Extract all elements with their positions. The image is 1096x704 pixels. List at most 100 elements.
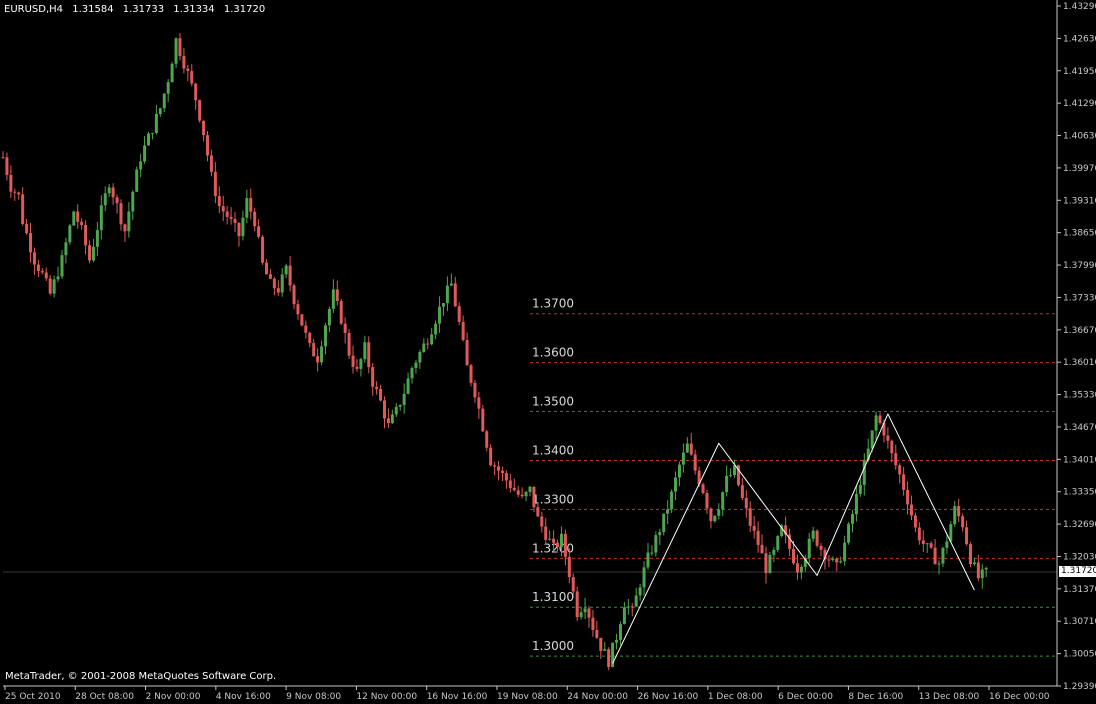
candle-body: [607, 649, 611, 667]
candle-body: [190, 71, 194, 84]
candle-body: [406, 378, 410, 394]
candle-body: [524, 491, 528, 497]
candle-body: [532, 486, 536, 508]
x-tick-label: 4 Nov 16:00: [216, 692, 271, 702]
candle-body: [147, 133, 151, 146]
candle-body: [410, 367, 414, 379]
y-tick-label: 1.37330: [1063, 293, 1096, 303]
candle-body: [249, 198, 253, 212]
candle-body: [477, 397, 481, 409]
candle-body: [634, 595, 638, 607]
y-tick-label: 1.35330: [1063, 391, 1096, 401]
y-tick-label: 1.41950: [1063, 67, 1096, 77]
candle-body: [485, 431, 489, 448]
candle-body: [721, 492, 725, 510]
candle-body: [768, 554, 772, 574]
y-tick-label: 1.43290: [1063, 2, 1096, 12]
candle-body: [103, 193, 107, 206]
x-tick-label: 9 Nov 08:00: [286, 692, 341, 702]
ohlc-close: 1.31720: [223, 4, 266, 15]
candle-body: [9, 174, 13, 192]
candle-body: [579, 612, 583, 618]
candle-body: [449, 283, 453, 286]
level-label: 1.3700: [532, 297, 574, 311]
x-tick-label: 8 Dec 16:00: [848, 692, 903, 702]
candle-body: [386, 418, 390, 424]
candle-body: [363, 342, 367, 360]
y-tick-label: 1.34670: [1063, 423, 1096, 433]
candle-body: [233, 218, 237, 223]
candle-body: [139, 161, 143, 170]
candle-body: [894, 453, 898, 466]
candle-body: [603, 649, 607, 651]
candle-body: [615, 639, 619, 643]
x-tick-label: 16 Nov 16:00: [427, 692, 488, 702]
candle-body: [489, 447, 493, 466]
candle-body: [253, 211, 257, 227]
candle-body: [241, 217, 245, 237]
candle-body: [933, 547, 937, 565]
candle-body: [206, 135, 210, 156]
candle-body: [143, 145, 147, 162]
candle-body: [677, 464, 681, 478]
candle-body: [902, 474, 906, 490]
candle-body: [599, 637, 603, 651]
candle-body: [528, 486, 532, 492]
candle-body: [25, 224, 29, 234]
candle-body: [13, 191, 17, 193]
candle-body: [339, 300, 343, 324]
candle-body: [99, 205, 103, 231]
candle-body: [949, 524, 953, 542]
candle-body: [862, 460, 866, 485]
candle-body: [5, 157, 9, 175]
candle-body: [48, 278, 52, 294]
candle-body: [158, 108, 162, 114]
candle-body: [296, 304, 300, 315]
copyright-text: MetaTrader, © 2001-2008 MetaQuotes Softw…: [5, 671, 277, 682]
x-tick-label: 26 Nov 16:00: [638, 692, 699, 702]
chart-window[interactable]: 1.3700 1.3600 1.3500 1.3400 1.3300 1.3200 1.31…: [0, 0, 1096, 704]
candle-body: [815, 530, 819, 546]
candle-body: [548, 538, 552, 540]
y-tick-label: 1.42630: [1063, 34, 1096, 44]
candle-body: [382, 400, 386, 419]
candle-body: [799, 566, 803, 573]
candle-body: [21, 194, 25, 225]
candle-body: [390, 414, 394, 424]
x-tick-label: 13 Dec 08:00: [919, 692, 980, 702]
candle-body: [772, 549, 776, 555]
candle-body: [795, 563, 799, 573]
candle-body: [858, 484, 862, 494]
candle-body: [119, 203, 123, 225]
candle-body: [854, 493, 858, 515]
candle-body: [953, 506, 957, 525]
candle-body: [807, 538, 811, 559]
candle-body: [434, 323, 438, 335]
candle-body: [976, 562, 980, 579]
candle-body: [968, 544, 972, 565]
candle-body: [748, 508, 752, 526]
ohlc-high: 1.31733: [122, 4, 165, 15]
candle-body: [40, 271, 44, 273]
candle-body: [913, 515, 917, 528]
candle-body: [925, 543, 929, 545]
candle-body: [654, 535, 658, 553]
candle-body: [398, 404, 402, 407]
candle-body: [80, 221, 84, 225]
candle-body: [107, 187, 111, 194]
y-tick-label: 1.39310: [1063, 196, 1096, 206]
candle-body: [646, 552, 650, 568]
candle-body: [316, 356, 320, 363]
candle-body: [465, 340, 469, 366]
candle-body: [229, 216, 233, 219]
candle-body: [469, 365, 473, 383]
candle-body: [878, 415, 882, 423]
y-tick-label: 1.41290: [1063, 99, 1096, 109]
x-tick-label: 25 Oct 2010: [5, 692, 61, 702]
x-tick-label: 2 Nov 00:00: [146, 692, 201, 702]
candle-body: [945, 541, 949, 548]
candle-body: [343, 323, 347, 333]
candle-body: [115, 197, 119, 204]
candle-body: [44, 272, 48, 279]
price-chart[interactable]: 1.37001.36001.35001.34001.33001.32001.31…: [0, 0, 1096, 704]
